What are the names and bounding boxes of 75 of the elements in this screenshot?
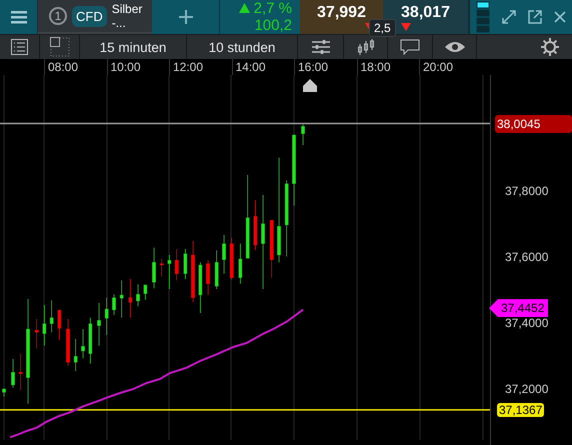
last-price-tag: 38,0045 (495, 114, 572, 132)
candlestick (104, 298, 108, 335)
candlestick (66, 319, 70, 366)
candlestick (301, 124, 305, 145)
candlestick (120, 280, 124, 318)
candlestick (50, 300, 54, 332)
time-label: 20:00 (419, 59, 482, 75)
down-arrow-icon (401, 23, 411, 32)
close-icon[interactable] (554, 11, 566, 24)
sliders-icon[interactable] (312, 39, 330, 56)
candlestick (58, 310, 62, 340)
candlestick (34, 319, 38, 348)
candlestick (11, 359, 15, 388)
candlestick (97, 303, 101, 346)
candlestick (174, 249, 178, 280)
candlestick (144, 284, 148, 300)
candlestick (214, 250, 218, 289)
interval-selector[interactable]: 15 minuten (96, 40, 170, 55)
tab-number: 1 (49, 7, 67, 26)
price-label: 37,2000 (505, 382, 548, 396)
candlestick (168, 255, 172, 289)
candlestick (112, 294, 116, 315)
time-label: 18:00 (356, 59, 419, 75)
panel-levels-icon (476, 1, 490, 34)
instrument-type-badge: CFD (72, 6, 107, 27)
candlestick (206, 260, 210, 295)
candlestick (238, 244, 242, 284)
comment-icon[interactable] (400, 39, 420, 56)
layout-icon[interactable] (50, 37, 70, 58)
popout-icon[interactable] (528, 10, 542, 24)
price-label: 37,6000 (505, 250, 548, 264)
candlestick (128, 279, 132, 318)
candlestick (230, 238, 234, 280)
current-time-marker-icon (303, 79, 317, 92)
instrument-name: Silber (112, 2, 142, 16)
time-label: 08:00 (44, 59, 106, 75)
candlestick (254, 200, 258, 250)
candlestick (292, 134, 296, 206)
time-label: 12:00 (169, 59, 232, 75)
candlestick (18, 354, 22, 390)
add-tab-icon[interactable] (178, 10, 192, 24)
range-selector[interactable]: 10 stunden (204, 40, 280, 55)
price-label: 37,8000 (505, 184, 548, 198)
time-label: 16:00 (294, 59, 356, 75)
up-arrow-icon (238, 3, 250, 14)
time-label: 10:00 (106, 59, 169, 75)
average-price-tag: 37,4452 (489, 299, 548, 318)
menu-icon[interactable] (10, 10, 26, 24)
candles-icon[interactable] (356, 38, 374, 56)
candlestick (152, 248, 156, 288)
candlestick (270, 220, 274, 278)
eye-icon[interactable] (444, 41, 464, 54)
change-points: 100,2 (254, 17, 292, 34)
candlestick (184, 249, 188, 279)
candlestick (42, 305, 46, 346)
sell-price: 37,992 (317, 4, 366, 22)
instrument-name: -... (112, 16, 127, 30)
candlestick (222, 235, 226, 274)
time-label: 14:00 (232, 59, 294, 75)
candlestick (191, 241, 195, 302)
candlestick (160, 259, 164, 276)
spread-badge: 2,5 (369, 19, 396, 38)
change-percent: 2,7 % (238, 0, 292, 18)
settings-icon[interactable] (540, 37, 560, 58)
candlestick (74, 339, 78, 371)
candlestick (2, 388, 6, 397)
candlestick (136, 284, 140, 306)
price-label: 37,4000 (505, 316, 548, 330)
list-icon[interactable] (11, 39, 28, 56)
price-level-tag: 37,1367 (497, 402, 544, 417)
expand-icon[interactable] (502, 10, 516, 24)
buy-price: 38,017 (401, 4, 450, 22)
candlestick (198, 262, 202, 313)
candlestick (81, 329, 85, 358)
candlestick (88, 318, 92, 364)
